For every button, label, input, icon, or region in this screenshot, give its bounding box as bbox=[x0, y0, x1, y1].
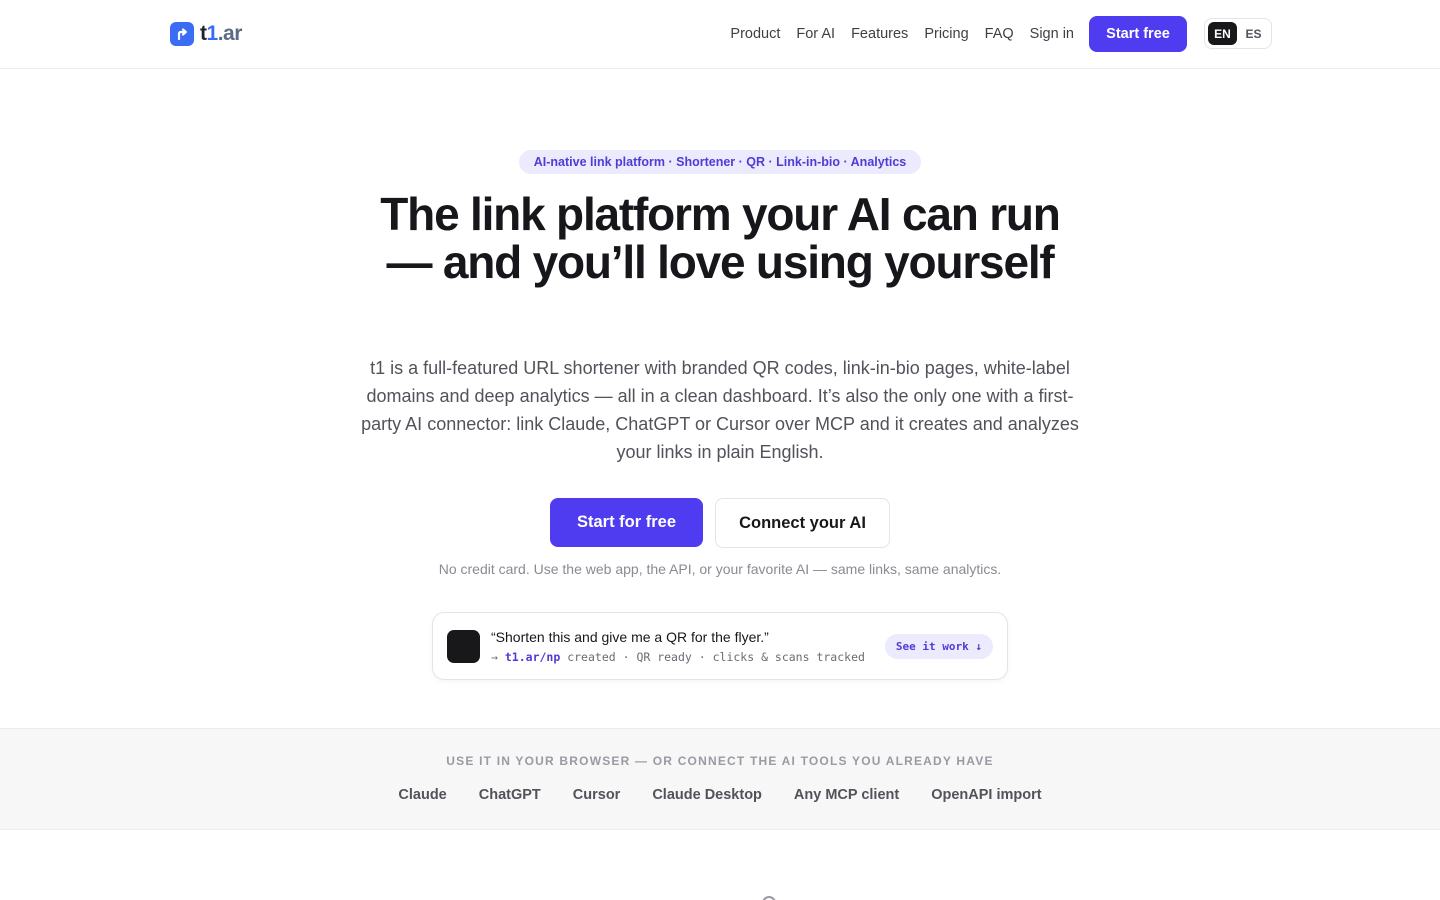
demo-result-text: created · QR ready · clicks & scans trac… bbox=[567, 650, 865, 664]
integration-chatgpt: ChatGPT bbox=[478, 787, 541, 803]
integrations-band: USE IT IN YOUR BROWSER — OR CONNECT THE … bbox=[0, 728, 1440, 830]
lang-en[interactable]: EN bbox=[1208, 22, 1237, 45]
integration-claude: Claude bbox=[398, 787, 447, 803]
demo-avatar bbox=[447, 630, 480, 663]
nav-features[interactable]: Features bbox=[851, 26, 908, 42]
hero-cta-row: Start for free Connect your AI bbox=[0, 498, 1440, 548]
integrations-list: Claude ChatGPT Cursor Claude Desktop Any… bbox=[0, 787, 1440, 803]
demo-quote: “Shorten this and give me a QR for the f… bbox=[491, 629, 769, 645]
see-it-work-button[interactable]: See it work ↓ bbox=[884, 634, 993, 659]
hero-subtitle: t1 is a full-featured URL shortener with… bbox=[361, 358, 1079, 462]
arrow-icon: → bbox=[491, 650, 498, 664]
nav-pricing[interactable]: Pricing bbox=[924, 26, 968, 42]
integration-openapi: OpenAPI import bbox=[931, 787, 1042, 803]
top-nav: t1.ar Product For AI Features Pricing FA… bbox=[0, 0, 1440, 69]
demo-short-link[interactable]: t1.ar/np bbox=[505, 650, 560, 664]
lang-es[interactable]: ES bbox=[1239, 22, 1268, 45]
integration-cursor: Cursor bbox=[572, 787, 621, 803]
nav-faq[interactable]: FAQ bbox=[985, 26, 1014, 42]
nav-product[interactable]: Product bbox=[730, 26, 780, 42]
demo-card: “Shorten this and give me a QR for the f… bbox=[432, 612, 1008, 680]
integration-mcp-client: Any MCP client bbox=[793, 787, 900, 803]
hero-note: No credit card. Use the web app, the API… bbox=[438, 561, 1002, 577]
logo-text: t1.ar bbox=[200, 22, 242, 45]
logo-arrow-icon bbox=[170, 22, 194, 46]
integration-claude-desktop: Claude Desktop bbox=[652, 787, 762, 803]
hero-headline: The link platform your AI can run — and … bbox=[380, 188, 1061, 288]
section-icon bbox=[762, 896, 776, 900]
demo-result: → t1.ar/np created · QR ready · clicks &… bbox=[491, 650, 865, 664]
nav-links: Product For AI Features Pricing FAQ Sign… bbox=[730, 0, 1074, 68]
nav-sign-in[interactable]: Sign in bbox=[1030, 26, 1074, 42]
connect-ai-button[interactable]: Connect your AI bbox=[715, 498, 890, 548]
integrations-title: USE IT IN YOUR BROWSER — OR CONNECT THE … bbox=[446, 754, 994, 768]
logo[interactable]: t1.ar bbox=[170, 22, 242, 46]
start-for-free-button[interactable]: Start for free bbox=[550, 498, 703, 547]
start-free-button[interactable]: Start free bbox=[1089, 16, 1187, 52]
language-switcher: EN ES bbox=[1204, 18, 1272, 49]
nav-for-ai[interactable]: For AI bbox=[796, 26, 835, 42]
hero-tagline-pill: AI-native link platform · Shortener · QR… bbox=[519, 150, 921, 174]
